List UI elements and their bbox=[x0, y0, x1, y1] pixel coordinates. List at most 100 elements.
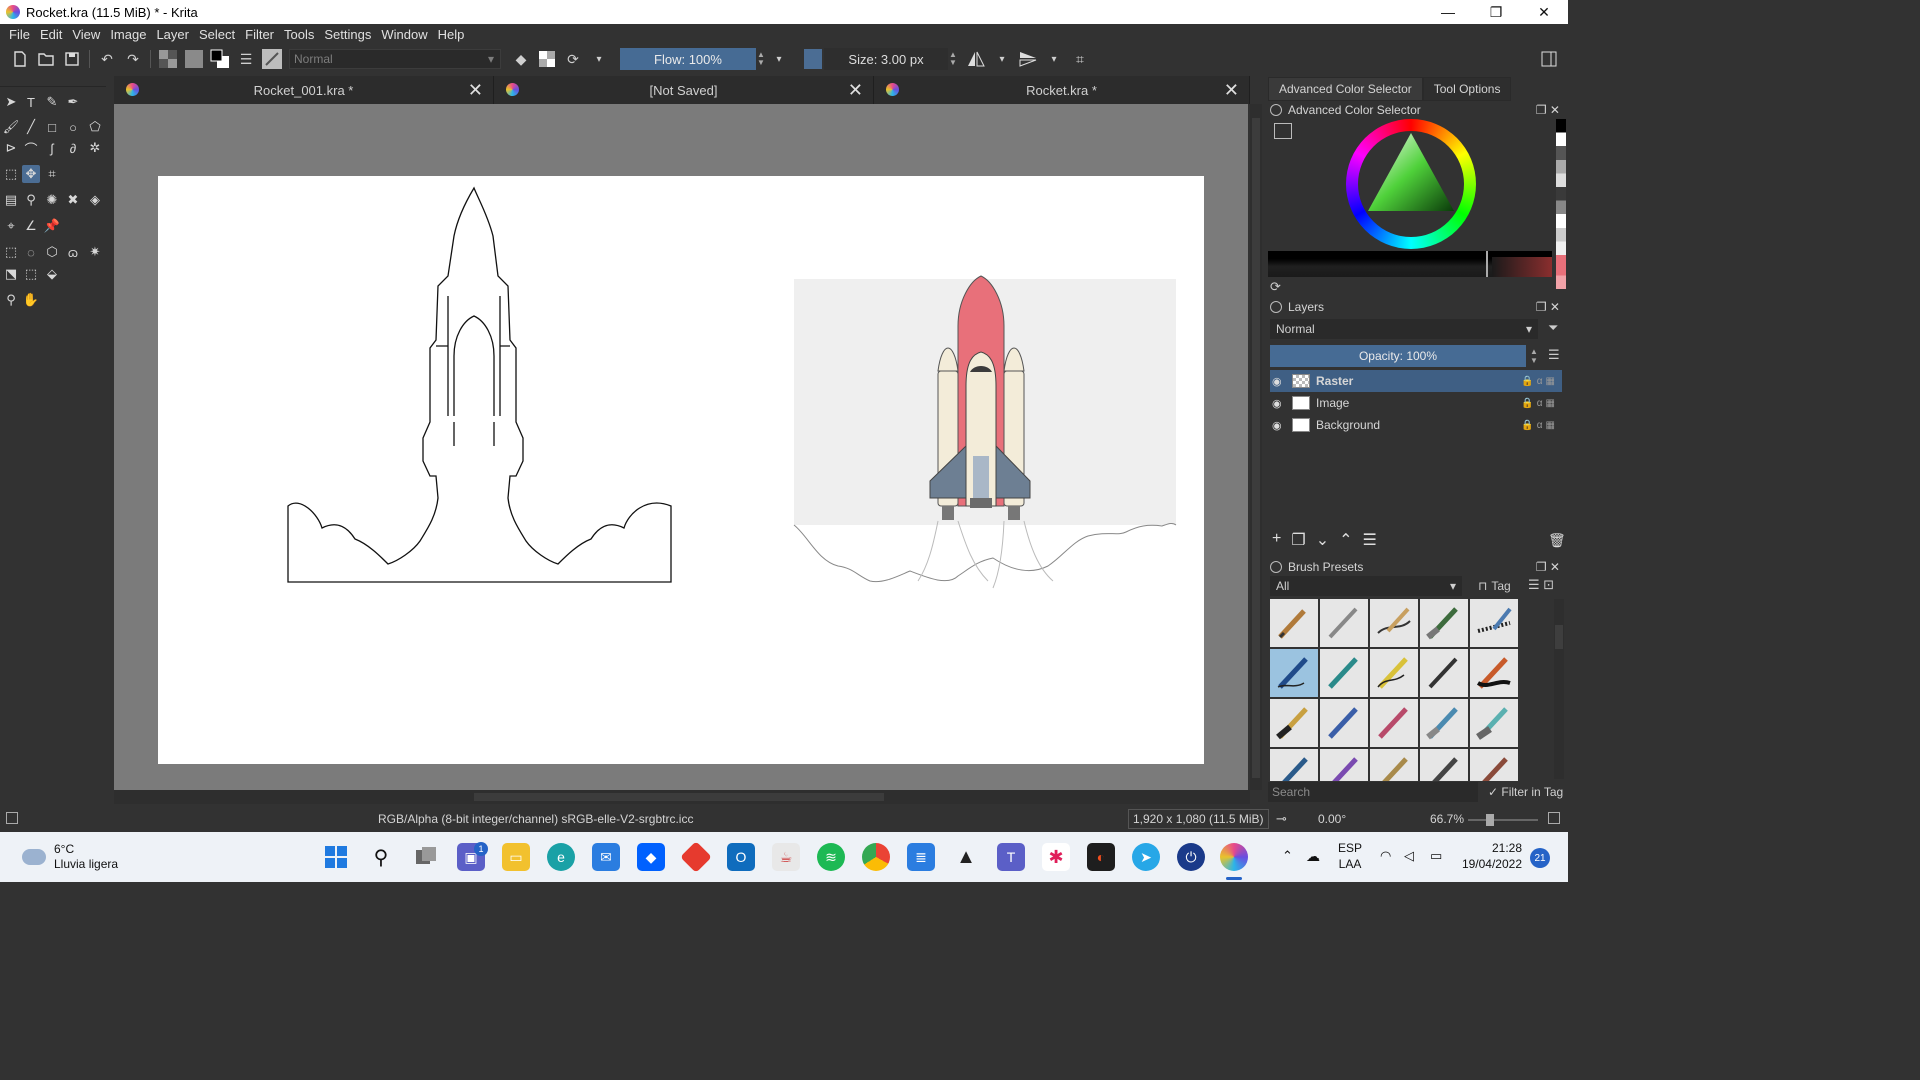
fit-page-icon[interactable] bbox=[1548, 812, 1560, 824]
brush-preset[interactable] bbox=[1270, 599, 1318, 647]
layer-name[interactable]: Raster bbox=[1316, 374, 1521, 388]
scrollbar-thumb[interactable] bbox=[474, 793, 884, 801]
notepad-icon[interactable]: ≣ bbox=[907, 843, 935, 871]
new-document-icon[interactable] bbox=[10, 49, 30, 69]
select-shapes-tool-icon[interactable]: ➤ bbox=[2, 93, 20, 111]
brush-preset[interactable] bbox=[1420, 649, 1468, 697]
krita-taskbar-icon[interactable] bbox=[1220, 843, 1248, 871]
layer-properties-icon[interactable]: ☰ bbox=[1363, 530, 1377, 550]
smart-patch-tool-icon[interactable]: ✖ bbox=[64, 191, 82, 209]
chevron-down-icon[interactable]: ▾ bbox=[1044, 49, 1064, 69]
chevron-down-icon[interactable]: ▾ bbox=[769, 49, 789, 69]
duplicate-layer-icon[interactable]: ❐ bbox=[1291, 530, 1305, 550]
clock[interactable]: 21:28 19/04/2022 bbox=[1458, 840, 1522, 872]
hue-ring[interactable] bbox=[1346, 119, 1476, 249]
rectangular-selection-tool-icon[interactable]: ⬚ bbox=[2, 243, 20, 261]
layer-menu-icon[interactable]: ☰ bbox=[1548, 347, 1560, 363]
brush-preset[interactable] bbox=[1320, 649, 1368, 697]
magnetic-selection-tool-icon[interactable]: ⬙ bbox=[43, 265, 61, 283]
git-client-icon[interactable] bbox=[680, 841, 712, 873]
brush-tag-select[interactable]: All ▾ bbox=[1270, 576, 1462, 596]
image-size-label[interactable]: 1,920 x 1,080 (11.5 MiB) bbox=[1128, 809, 1269, 829]
brush-preset-active[interactable] bbox=[1270, 649, 1318, 697]
menu-settings[interactable]: Settings bbox=[319, 27, 376, 42]
delete-layer-icon[interactable]: 🗑 bbox=[1548, 532, 1566, 549]
gradient-tool-icon[interactable]: ▤ bbox=[2, 191, 20, 209]
restore-button[interactable]: ❐ bbox=[1472, 0, 1520, 24]
chevron-down-icon[interactable]: ▾ bbox=[589, 49, 609, 69]
close-icon[interactable]: ✕ bbox=[468, 80, 483, 101]
onedrive-cloud-icon[interactable]: ☁ bbox=[1306, 848, 1320, 864]
mirror-vertical-icon[interactable] bbox=[1018, 49, 1038, 69]
foreground-background-color-icon[interactable] bbox=[210, 49, 230, 69]
figma-icon[interactable]: ◐ bbox=[1087, 843, 1115, 871]
freehand-path-tool-icon[interactable]: ʃ bbox=[43, 139, 61, 157]
flow-spinner[interactable]: ▲ ▼ bbox=[756, 48, 766, 70]
tab-advanced-color-selector[interactable]: Advanced Color Selector bbox=[1268, 77, 1423, 101]
move-layer-down-icon[interactable]: ⌄ bbox=[1316, 530, 1329, 550]
chevron-up-icon[interactable]: ⌃ bbox=[1282, 848, 1293, 864]
calligraphy-tool-icon[interactable]: ✒ bbox=[64, 93, 82, 111]
brush-preset[interactable] bbox=[1370, 699, 1418, 747]
battery-icon[interactable]: ▭ bbox=[1430, 848, 1442, 864]
selection-display-icon[interactable] bbox=[6, 812, 18, 824]
open-document-icon[interactable] bbox=[36, 49, 56, 69]
blend-mode-select[interactable]: Normal ▾ bbox=[289, 49, 501, 69]
size-slider[interactable]: Size: 3.00 px bbox=[824, 48, 948, 70]
visibility-eye-icon[interactable]: ◉ bbox=[1272, 397, 1288, 410]
task-view-icon[interactable] bbox=[412, 843, 440, 871]
menu-view[interactable]: View bbox=[67, 27, 105, 42]
move-tool-icon[interactable]: ✥ bbox=[22, 165, 40, 183]
brush-view-icons[interactable]: ☰ ⊡ bbox=[1528, 577, 1554, 593]
spotify-icon[interactable]: ≋ bbox=[817, 843, 845, 871]
menu-filter[interactable]: Filter bbox=[240, 27, 279, 42]
bezier-curve-tool-icon[interactable]: ⌒ bbox=[22, 139, 40, 157]
close-icon[interactable]: ✕ bbox=[848, 80, 863, 101]
zoom-value[interactable]: 66.7% bbox=[1430, 812, 1464, 826]
visibility-eye-icon[interactable]: ◉ bbox=[1272, 419, 1288, 432]
assistant-tool-icon[interactable]: ⌖ bbox=[2, 217, 20, 235]
file-explorer-icon[interactable]: ▭ bbox=[502, 843, 530, 871]
lock-icon[interactable] bbox=[1270, 301, 1282, 313]
filter-icon[interactable]: ⏷ bbox=[1548, 320, 1558, 336]
brush-grid-scrollbar[interactable] bbox=[1554, 599, 1564, 779]
visibility-eye-icon[interactable]: ◉ bbox=[1272, 375, 1288, 388]
reload-preset-icon[interactable]: ⟳ bbox=[563, 49, 583, 69]
document-page[interactable] bbox=[158, 176, 1204, 764]
add-layer-icon[interactable]: + bbox=[1272, 530, 1281, 550]
polygon-tool-icon[interactable]: ⬠ bbox=[86, 118, 104, 136]
telegram-icon[interactable]: ➤ bbox=[1132, 843, 1160, 871]
size-spinner[interactable]: ▲ ▼ bbox=[948, 48, 958, 70]
shade-selector[interactable] bbox=[1268, 251, 1552, 277]
colorize-mask-tool-icon[interactable]: ✺ bbox=[43, 191, 61, 209]
outlook-icon[interactable]: O bbox=[727, 843, 755, 871]
menu-select[interactable]: Select bbox=[194, 27, 240, 42]
slack-icon[interactable]: ✱ bbox=[1042, 843, 1070, 871]
layer-lock-alpha-icons[interactable]: 🔒α▦ bbox=[1521, 398, 1558, 409]
menu-edit[interactable]: Edit bbox=[35, 27, 67, 42]
brush-preset[interactable] bbox=[1420, 699, 1468, 747]
layer-row-background[interactable]: ◉ Background 🔒α▦ bbox=[1270, 414, 1562, 436]
brush-preset[interactable] bbox=[1370, 599, 1418, 647]
dock-layout-icon[interactable] bbox=[1539, 49, 1559, 69]
vertical-scrollbar[interactable] bbox=[1250, 104, 1262, 790]
gradient-pattern-icon[interactable] bbox=[158, 49, 178, 69]
recent-colors-strip[interactable] bbox=[1556, 119, 1566, 289]
rectangle-tool-icon[interactable]: □ bbox=[43, 118, 61, 136]
menu-file[interactable]: File bbox=[4, 27, 35, 42]
start-windows-icon[interactable] bbox=[322, 843, 350, 871]
layer-lock-alpha-icons[interactable]: 🔒α▦ bbox=[1521, 420, 1558, 431]
scrollbar-thumb[interactable] bbox=[1252, 118, 1260, 778]
menu-tools[interactable]: Tools bbox=[279, 27, 319, 42]
polyline-tool-icon[interactable]: ⊳ bbox=[2, 139, 20, 157]
chevron-down-icon[interactable]: ▾ bbox=[992, 49, 1012, 69]
brush-preset[interactable] bbox=[1270, 699, 1318, 747]
brush-preset[interactable] bbox=[1370, 749, 1418, 781]
layer-lock-alpha-icons[interactable]: 🔒α▦ bbox=[1521, 376, 1558, 387]
power-app-icon[interactable]: ⏻ bbox=[1177, 843, 1205, 871]
horizontal-scrollbar[interactable] bbox=[114, 790, 1250, 804]
fill-pattern-icon[interactable] bbox=[184, 49, 204, 69]
freehand-brush-tool-icon[interactable]: 🖌 bbox=[2, 118, 20, 136]
saturation-value-triangle[interactable] bbox=[1346, 119, 1476, 249]
minimize-button[interactable]: — bbox=[1424, 0, 1472, 24]
